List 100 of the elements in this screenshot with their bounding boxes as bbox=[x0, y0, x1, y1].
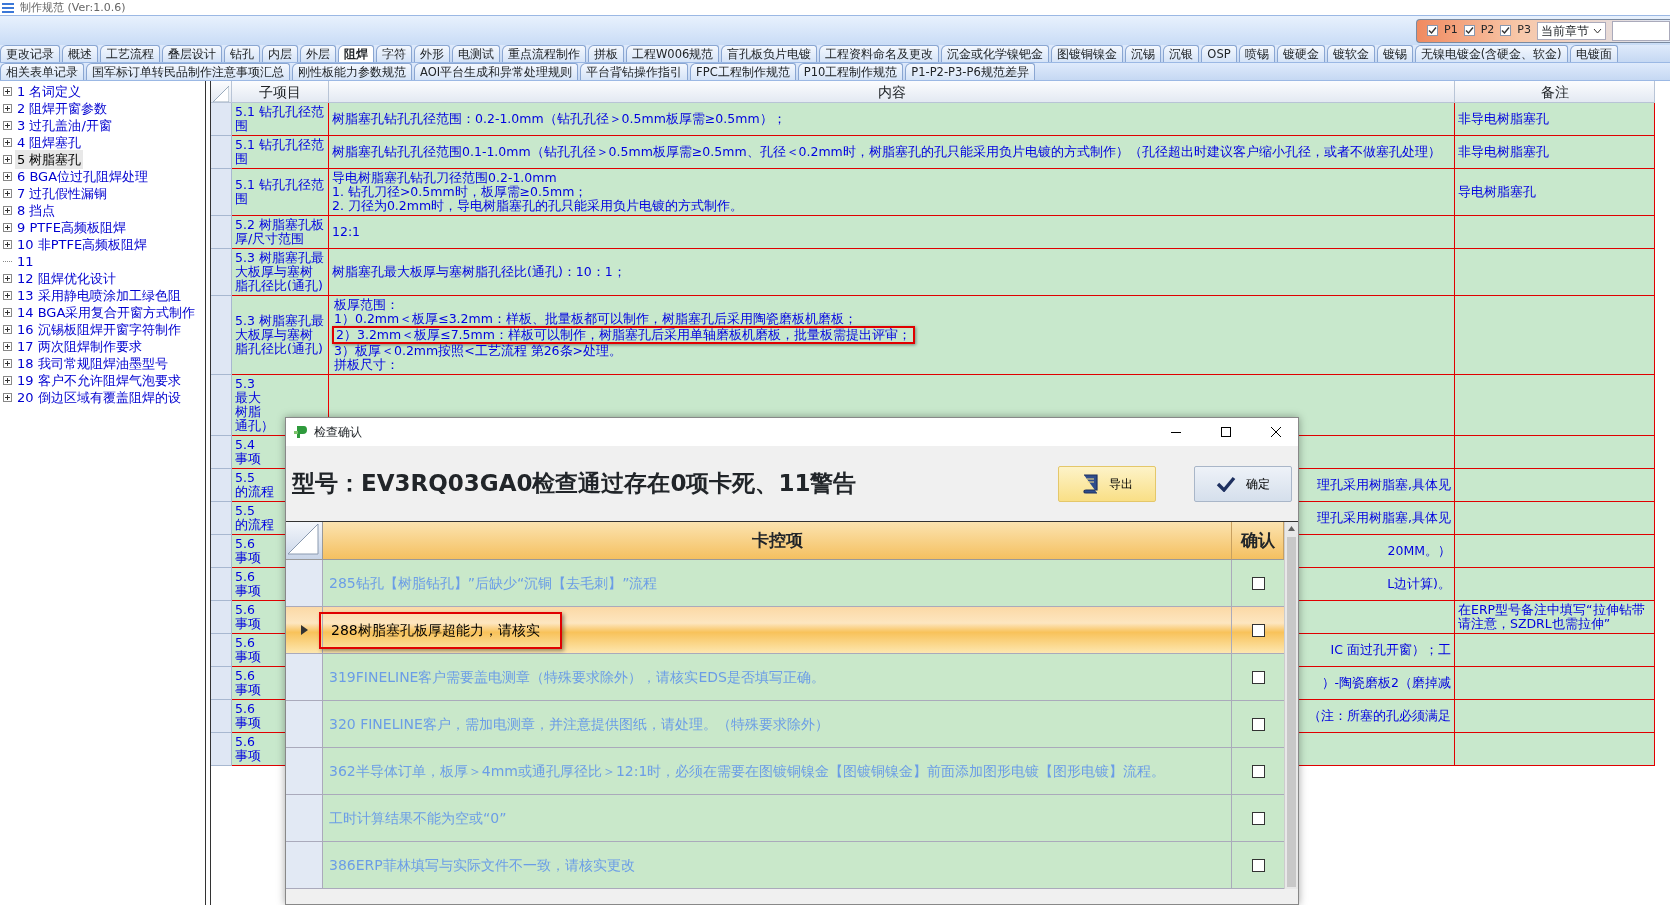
tab[interactable]: 概述 bbox=[62, 45, 98, 62]
tab[interactable]: 叠层设计 bbox=[162, 45, 222, 62]
tab[interactable]: 阻焊 bbox=[338, 45, 374, 62]
subitem-cell: 5.1 钻孔孔径范围 bbox=[232, 136, 329, 169]
row-pointer-icon bbox=[300, 625, 308, 635]
subitem-text: 5.6 bbox=[235, 570, 255, 584]
subitem-text: 通孔） bbox=[235, 419, 274, 433]
input-field[interactable] bbox=[1612, 20, 1670, 41]
tab[interactable]: 沉银 bbox=[1163, 45, 1200, 62]
tab[interactable]: 拼板 bbox=[588, 45, 624, 62]
expand-icon[interactable] bbox=[3, 206, 12, 215]
expand-icon[interactable] bbox=[3, 172, 12, 181]
tab[interactable]: 国军标订单转民品制作注意事项汇总 bbox=[86, 63, 290, 80]
checkbox[interactable] bbox=[1251, 623, 1265, 637]
subitem-text: 5.6 bbox=[235, 702, 255, 716]
subitem-text: 事项 bbox=[235, 584, 261, 598]
tab[interactable]: 外形 bbox=[414, 45, 450, 62]
checkbox[interactable] bbox=[1251, 576, 1265, 590]
scrollbar[interactable] bbox=[1284, 522, 1298, 889]
column-header[interactable]: 确认 bbox=[1232, 522, 1284, 560]
tab[interactable]: 更改记录 bbox=[0, 45, 60, 62]
content-text: ）-陶瓷磨板2（磨掉减 bbox=[1321, 676, 1451, 690]
checkbox[interactable] bbox=[1427, 25, 1439, 36]
tab[interactable]: 喷锡 bbox=[1238, 45, 1275, 62]
expand-icon[interactable] bbox=[3, 342, 12, 351]
tab[interactable]: 镀锡 bbox=[1376, 45, 1413, 62]
expand-icon[interactable] bbox=[3, 376, 12, 385]
tab[interactable]: 工程W006规范 bbox=[626, 45, 720, 62]
tab[interactable]: 字符 bbox=[376, 45, 412, 62]
tab[interactable]: AOI平台生成和异常处理规则 bbox=[414, 63, 579, 80]
remark-cell: 非导电树脂塞孔 bbox=[1455, 103, 1655, 136]
warning-item[interactable]: 288树脂塞孔板厚超能力，请核实 bbox=[319, 611, 562, 649]
expand-icon[interactable] bbox=[3, 121, 12, 130]
expand-icon[interactable] bbox=[3, 155, 12, 164]
checkbox[interactable] bbox=[1251, 717, 1265, 731]
check-icon bbox=[1428, 26, 1438, 35]
checkbox[interactable] bbox=[1500, 25, 1512, 36]
tab[interactable]: 平台背钻操作指引 bbox=[580, 63, 689, 80]
checkbox[interactable] bbox=[1251, 670, 1265, 684]
expand-icon[interactable] bbox=[3, 308, 12, 317]
tab[interactable]: 无镍电镀金(含硬金、软金) bbox=[1414, 45, 1568, 62]
expand-icon[interactable] bbox=[3, 325, 12, 334]
tab[interactable]: 内层 bbox=[262, 45, 298, 62]
expand-icon[interactable] bbox=[3, 240, 12, 249]
checkbox-label: P1 bbox=[1444, 22, 1458, 39]
checkbox[interactable] bbox=[1251, 811, 1265, 825]
tab[interactable]: 工程资料命名及更改 bbox=[819, 45, 940, 62]
tree-item[interactable]: 5 树脂塞孔 bbox=[15, 149, 84, 170]
tab[interactable]: 钻孔 bbox=[224, 45, 260, 62]
tab[interactable]: 重点流程制作 bbox=[502, 45, 586, 62]
subitem-text: 事项 bbox=[235, 551, 261, 565]
subitem-text: 事项 bbox=[235, 683, 261, 697]
tab[interactable]: P1-P2-P3-P6规范差异 bbox=[905, 63, 1035, 80]
expand-icon[interactable] bbox=[3, 359, 12, 368]
column-header[interactable]: 卡控项 bbox=[323, 522, 1232, 560]
caret-icon bbox=[1593, 27, 1602, 34]
subitem-cell: 5.2 树脂塞孔板厚/尺寸范围 bbox=[232, 216, 329, 249]
content-text: IC 面过孔开窗）；工 bbox=[1330, 643, 1451, 657]
expand-icon[interactable] bbox=[3, 274, 12, 283]
column-header[interactable]: 备注 bbox=[1455, 81, 1655, 103]
tab[interactable]: 电镀面 bbox=[1569, 45, 1618, 62]
tab[interactable]: OSP bbox=[1201, 45, 1237, 62]
tab[interactable]: 工艺流程 bbox=[100, 45, 160, 62]
expand-icon[interactable] bbox=[3, 223, 12, 232]
subitem-text: 事项 bbox=[235, 452, 261, 466]
subitem-cell: 5.3 树脂塞孔最大板厚与塞树脂孔径比(通孔) bbox=[232, 249, 329, 296]
tab[interactable]: 外层 bbox=[300, 45, 336, 62]
subitem-text: 5.6 bbox=[235, 537, 255, 551]
content-line: 1）0.2mm＜板厚≤3.2mm：样板、批量板都可以制作，树脂塞孔后采用陶瓷磨板机磨板； bbox=[333, 312, 858, 326]
confirm-button[interactable]: 确定 bbox=[1194, 465, 1292, 502]
expand-icon[interactable] bbox=[3, 138, 12, 147]
logo-icon bbox=[294, 425, 308, 439]
tab[interactable]: 镀软金 bbox=[1326, 45, 1375, 62]
expand-icon[interactable] bbox=[3, 291, 12, 300]
checkbox[interactable] bbox=[1463, 25, 1475, 36]
content-text: 12:1 bbox=[332, 225, 361, 239]
tab[interactable]: 沉金或化学镍钯金 bbox=[941, 45, 1050, 62]
tab[interactable]: 电测试 bbox=[452, 45, 500, 62]
export-button[interactable]: 导出 bbox=[1058, 465, 1156, 502]
row-header[interactable] bbox=[286, 607, 323, 654]
tab[interactable]: 沉锡 bbox=[1125, 45, 1162, 62]
scope-select[interactable]: 当前章节 bbox=[1537, 21, 1606, 40]
expand-icon[interactable] bbox=[3, 189, 12, 198]
tab[interactable]: 刚性板能力参数规范 bbox=[292, 63, 412, 80]
tab[interactable]: 图镀铜镍金 bbox=[1051, 45, 1124, 62]
tab[interactable]: 盲孔板负片电镀 bbox=[721, 45, 818, 62]
subitem-cell: 5.3 树脂塞孔最大板厚与塞树脂孔径比(通孔) bbox=[232, 296, 329, 375]
checkbox[interactable] bbox=[1251, 764, 1265, 778]
tab[interactable]: 相关表单记录 bbox=[0, 63, 84, 80]
column-header[interactable]: 内容 bbox=[329, 81, 1455, 103]
tab[interactable]: FPC工程制作规范 bbox=[690, 63, 796, 80]
expand-icon[interactable] bbox=[3, 104, 12, 113]
expand-icon[interactable] bbox=[3, 87, 12, 96]
tab[interactable]: 镀硬金 bbox=[1276, 45, 1325, 62]
checkbox[interactable] bbox=[1251, 858, 1265, 872]
expand-icon[interactable] bbox=[3, 393, 12, 402]
content-text: L边计算)。 bbox=[1387, 577, 1451, 591]
content-text: 树脂塞孔最大板厚与塞树脂孔径比(通孔)：10：1； bbox=[332, 265, 626, 279]
column-header[interactable]: 子项目 bbox=[232, 81, 329, 103]
tab[interactable]: P10工程制作规范 bbox=[797, 63, 904, 80]
